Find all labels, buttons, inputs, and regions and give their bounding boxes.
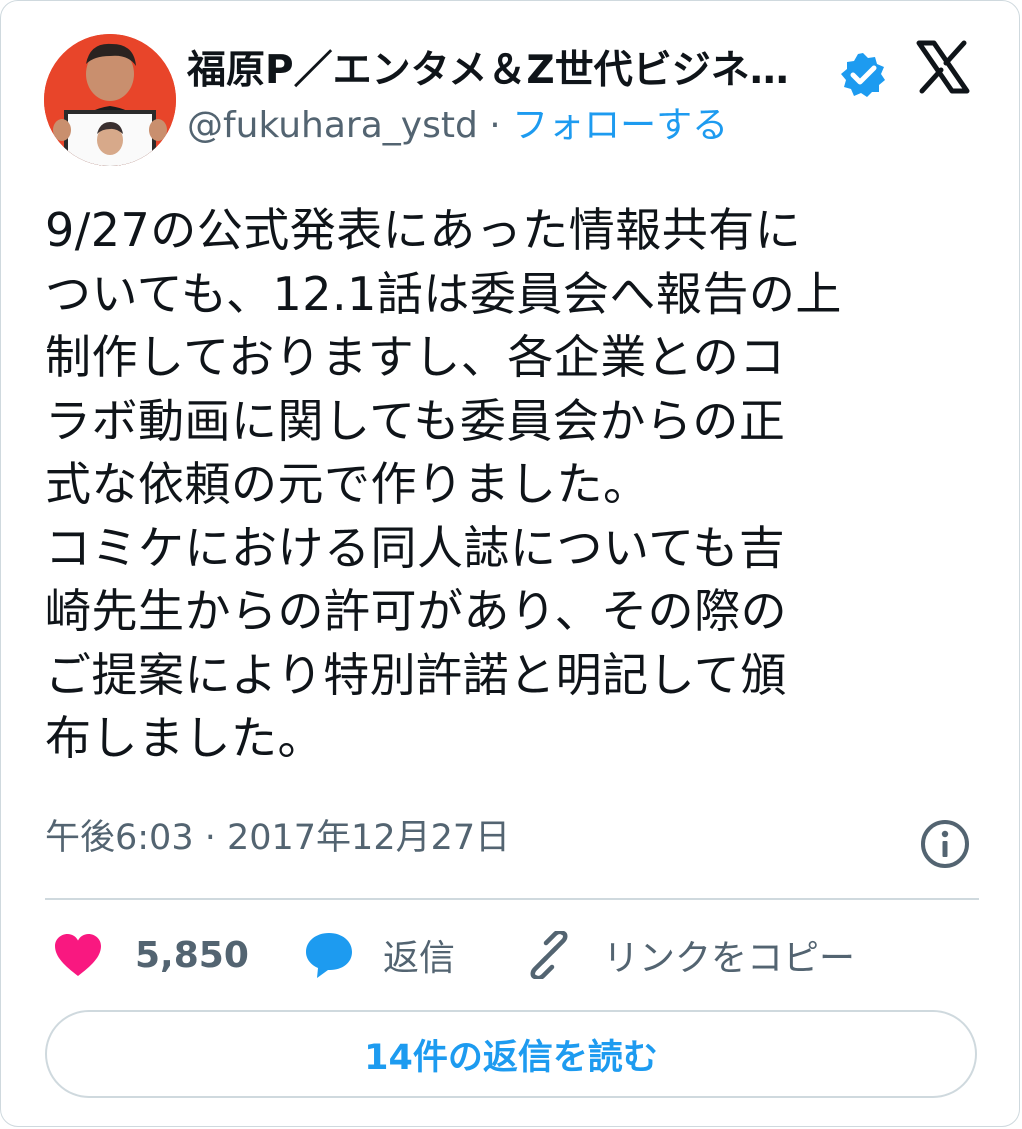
like-count: 5,850	[135, 934, 249, 976]
like-button[interactable]: 5,850	[53, 925, 249, 985]
reply-button[interactable]: 返信	[303, 925, 455, 985]
avatar[interactable]	[44, 34, 176, 166]
x-logo-icon[interactable]	[915, 39, 971, 95]
heart-icon	[55, 934, 101, 976]
handle-separator: ·	[489, 105, 501, 146]
verified-badge-icon	[841, 53, 885, 97]
author-handle-row: @fukuhara_ystd · フォローする	[187, 101, 728, 151]
tweet-card: 福原P／エンタメ＆Z世代ビジネ… @fukuhara_ystd · フォローする…	[0, 0, 1020, 1127]
action-bar: 5,850 返信 リンクをコピー	[45, 925, 979, 985]
info-icon[interactable]	[919, 818, 971, 870]
read-replies-button[interactable]: 14件の返信を読む	[45, 1010, 977, 1098]
divider	[45, 898, 979, 900]
avatar-image	[44, 34, 176, 166]
reply-label: 返信	[383, 938, 456, 979]
reply-bubble-icon	[306, 933, 352, 978]
tweet-timestamp[interactable]: 午後6:03 · 2017年12月27日	[45, 813, 510, 863]
follow-button[interactable]: フォローする	[512, 105, 728, 146]
tweet-text: 9/27の公式発表にあった情報共有に ついても、12.1話は委員会へ報告の上 制…	[45, 203, 842, 765]
copy-link-button[interactable]: リンクをコピー	[525, 925, 855, 985]
author-display-name[interactable]: 福原P／エンタメ＆Z世代ビジネ…	[187, 46, 827, 96]
link-icon	[530, 931, 568, 979]
copy-link-label: リンクをコピー	[603, 938, 856, 979]
author-handle[interactable]: @fukuhara_ystd	[187, 105, 478, 146]
